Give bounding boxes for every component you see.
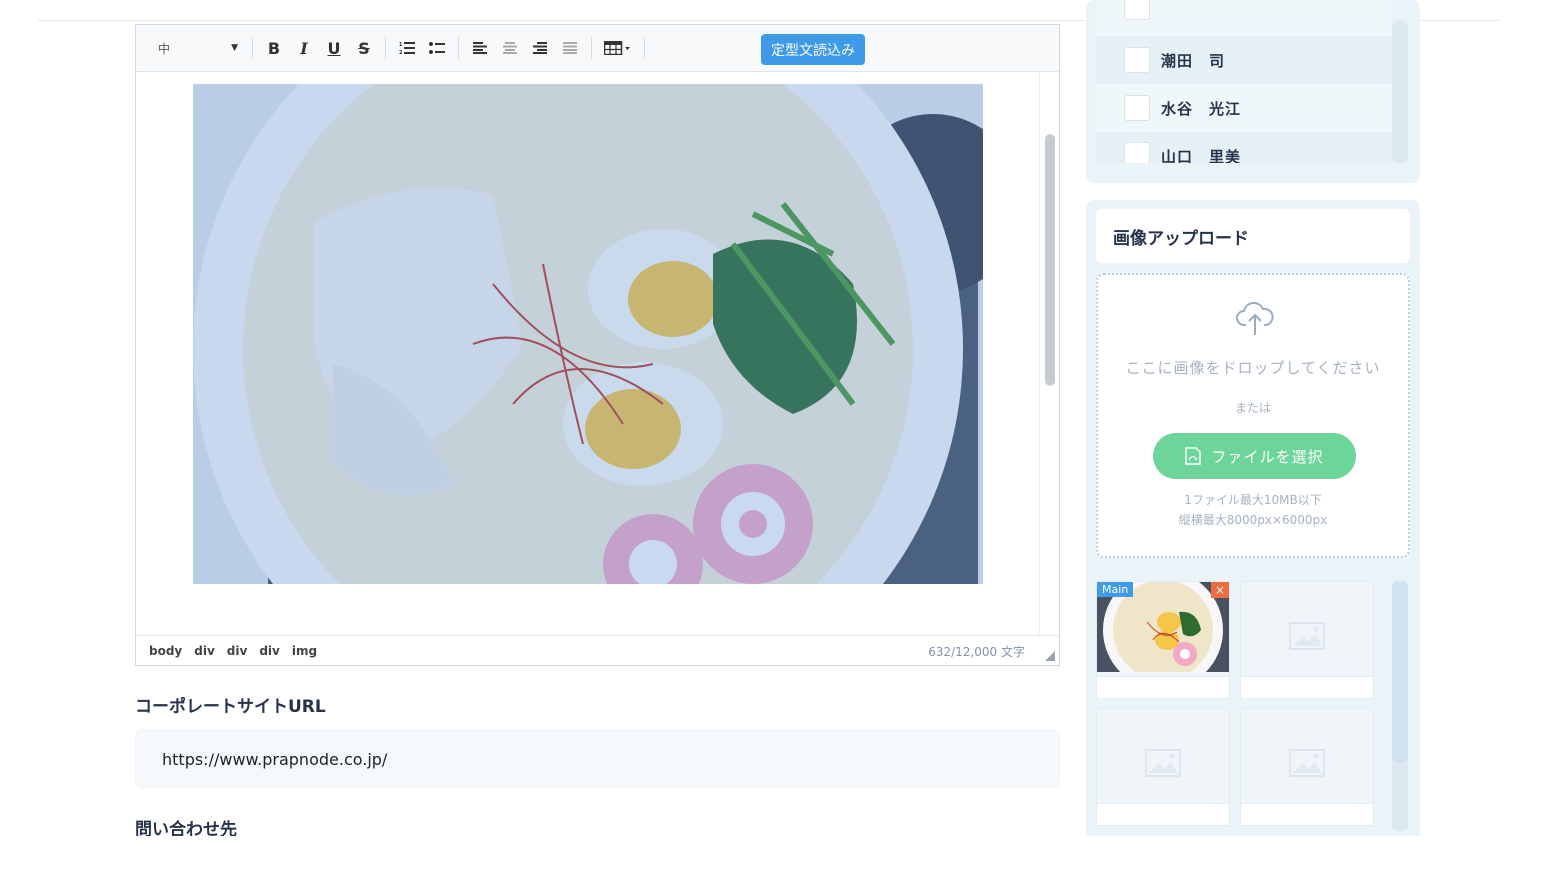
underline-button[interactable]: U [319,35,349,61]
member-list-scrollbar[interactable] [1392,20,1408,163]
image-thumbnail-empty[interactable] [1240,708,1374,826]
list-item[interactable]: 水谷 光江 [1096,84,1392,132]
ordered-list-button[interactable]: 12 [392,35,422,61]
toolbar-separator [385,37,386,59]
image-thumbnail-empty[interactable] [1240,581,1374,699]
svg-text:1: 1 [399,42,403,48]
image-placeholder-icon [1289,622,1325,650]
breadcrumb-body[interactable]: body [149,644,182,658]
align-right-icon [533,42,547,54]
thumbnail-scrollbar-thumb[interactable] [1392,581,1408,763]
align-justify-icon [563,42,577,54]
strikethrough-button[interactable]: S [349,35,379,61]
page: 中 ▼ B I U S 12 定型文読込み body div div div i… [0,0,1544,872]
corporate-url-label: コーポレートサイトURL [135,697,326,717]
editor-content[interactable] [136,72,1059,635]
image-thumbnail-empty[interactable] [1096,708,1230,826]
bold-button[interactable]: B [259,35,289,61]
toolbar-separator [644,37,645,59]
list-item[interactable]: 山口 里美 [1096,132,1392,163]
thumbnail-caption-field[interactable] [1241,676,1373,698]
thumbnail-caption-field[interactable] [1097,803,1229,825]
checkbox[interactable] [1124,142,1150,163]
thumbnail-caption-field[interactable] [1097,676,1229,698]
image-placeholder-icon [1289,749,1325,777]
resize-handle-icon[interactable] [1045,651,1055,661]
align-left-icon [473,42,487,54]
breadcrumb-div[interactable]: div [259,644,280,658]
bullet-list-button[interactable] [422,35,452,61]
thumbnail-scrollbar[interactable] [1392,581,1408,831]
cloud-upload-icon [1236,301,1274,335]
word-count: 632/12,000 文字 [928,645,1025,659]
file-size-note: 1ファイル最大10MB以下 [1184,493,1322,507]
member-name: 潮田 司 [1161,51,1226,70]
image-upload-title: 画像アップロード [1096,209,1410,263]
font-size-value: 中 [158,41,171,56]
align-center-button[interactable] [495,35,525,61]
table-button[interactable] [598,35,638,61]
editor-scrollbar-thumb[interactable] [1045,134,1055,386]
svg-text:2: 2 [399,50,403,55]
close-icon[interactable]: × [1211,582,1229,598]
breadcrumb-div[interactable]: div [227,644,248,658]
checkbox[interactable] [1124,47,1150,73]
image-upload-panel: 画像アップロード ここに画像をドロップしてください または ファイルを選択 1フ… [1086,200,1420,850]
align-right-button[interactable] [525,35,555,61]
dimension-note: 縦横最大8000px×6000px [1178,513,1328,527]
main-badge: Main [1097,582,1134,597]
checkbox[interactable] [1124,0,1150,20]
dropzone-instruction: ここに画像をドロップしてください [1125,359,1381,377]
member-name: 山口 里美 [1161,148,1242,163]
member-name: 水谷 光江 [1161,99,1242,118]
chevron-down-icon: ▼ [231,43,238,53]
image-thumbnail-main[interactable]: Main × [1096,581,1230,699]
breadcrumb-div[interactable]: div [194,644,215,658]
member-list-panel: 潮田 司 水谷 光江 山口 里美 [1086,0,1420,183]
image-dropzone[interactable]: ここに画像をドロップしてください または ファイルを選択 1ファイル最大10MB… [1096,273,1410,558]
ordered-list-icon: 12 [399,42,415,55]
list-item[interactable] [1096,0,1392,36]
toolbar-separator [458,37,459,59]
breadcrumb-img[interactable]: img [292,644,317,658]
table-icon [604,41,630,55]
align-justify-button[interactable] [555,35,585,61]
align-left-button[interactable] [465,35,495,61]
file-icon [1185,447,1202,465]
template-load-button[interactable]: 定型文読込み [761,34,865,65]
image-selection-overlay [193,84,983,584]
italic-button[interactable]: I [289,35,319,61]
toolbar-separator [591,37,592,59]
list-item[interactable]: 潮田 司 [1096,36,1392,84]
editor-toolbar: 中 ▼ B I U S 12 定型文読込み [136,25,1059,72]
corporate-url-field[interactable]: https://www.prapnode.co.jp/ [135,730,1060,788]
thumbnail-caption-field[interactable] [1241,803,1373,825]
image-placeholder-icon [1145,749,1181,777]
font-size-select[interactable]: 中 ▼ [150,35,246,61]
editor-statusbar: body div div div img 632/12,000 文字 [136,635,1059,665]
toolbar-separator [252,37,253,59]
editor-selected-image[interactable] [193,84,983,584]
rich-text-editor: 中 ▼ B I U S 12 定型文読込み body div div div i… [135,24,1060,666]
select-file-button[interactable]: ファイルを選択 [1153,433,1356,479]
page-bottom-edge [38,836,1500,872]
bullet-list-icon [429,42,445,54]
dropzone-or: または [1234,401,1271,415]
align-center-icon [503,42,517,54]
select-file-label: ファイルを選択 [1211,447,1324,466]
checkbox[interactable] [1124,95,1150,121]
